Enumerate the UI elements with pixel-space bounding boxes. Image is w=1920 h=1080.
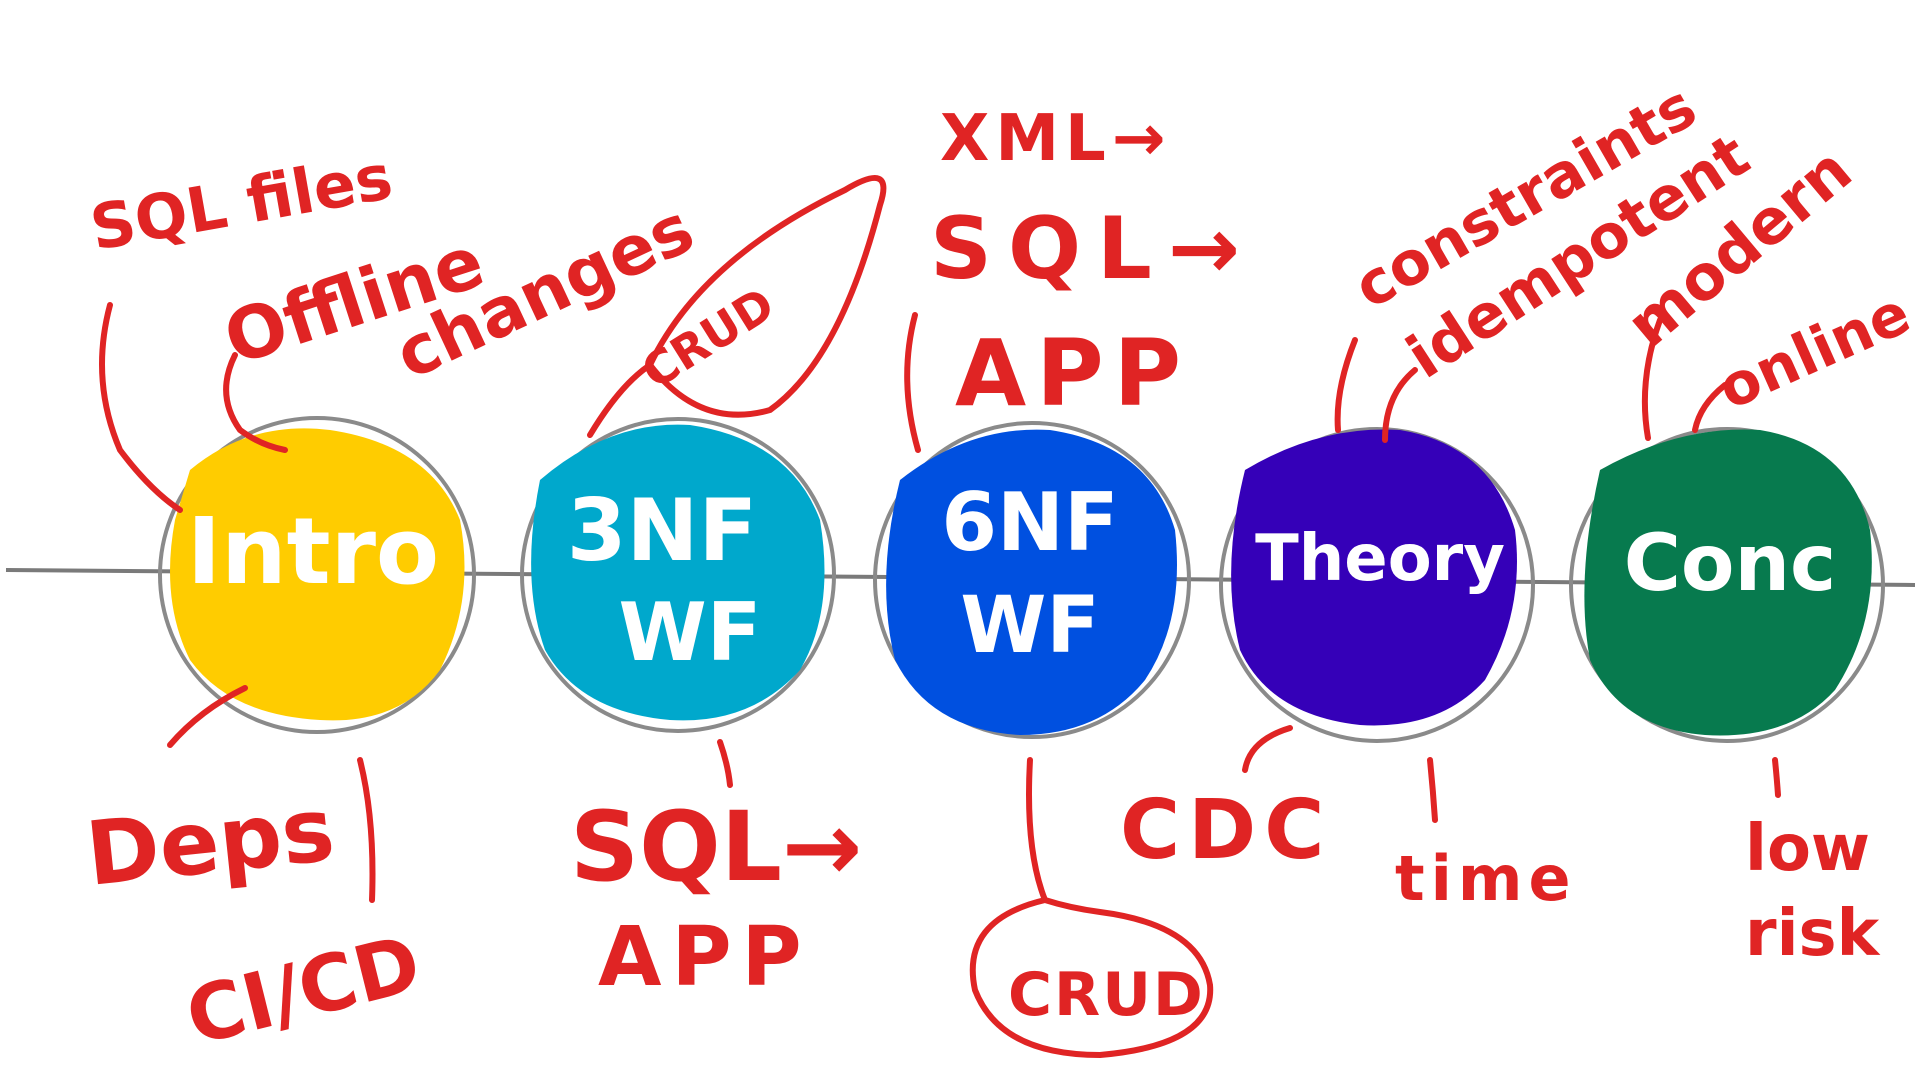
note-intro-sql-files: SQL files bbox=[85, 140, 398, 265]
node-3nf-label-line2: WF bbox=[619, 586, 762, 679]
note-conc-low: low bbox=[1745, 812, 1870, 886]
node-6nf-label-line1: 6NF bbox=[941, 476, 1118, 569]
theory-top-stroke-1 bbox=[1334, 337, 1358, 433]
note-theory-cdc: CDC bbox=[1120, 783, 1332, 878]
node-3nf-label-line1: 3NF bbox=[567, 481, 758, 581]
nf6-top-stroke bbox=[904, 312, 921, 453]
note-6nf-app: APP bbox=[955, 320, 1191, 427]
nf3-bottom-stroke bbox=[717, 739, 733, 788]
nf6-bottom-stroke bbox=[1026, 757, 1048, 903]
note-6nf-xml: XML→ bbox=[940, 102, 1171, 176]
node-theory-label: Theory bbox=[1255, 522, 1505, 596]
note-theory-time: time bbox=[1395, 842, 1577, 915]
node-conc: Conc bbox=[1569, 427, 1885, 743]
note-conc-risk: risk bbox=[1745, 897, 1881, 971]
note-3nf-sql: SQL→ bbox=[570, 791, 862, 903]
conc-top-stroke-2 bbox=[1692, 382, 1728, 433]
note-conc-online: online bbox=[1708, 279, 1920, 423]
theory-bottom-mark bbox=[1427, 757, 1438, 823]
node-6nf: 6NF WF bbox=[873, 421, 1191, 739]
intro-bottom-stroke-2 bbox=[357, 757, 376, 903]
intro-top-stroke-1 bbox=[99, 302, 183, 513]
node-3nf: 3NF WF bbox=[520, 417, 836, 733]
node-intro-label: Intro bbox=[187, 498, 439, 605]
note-3nf-crud: CRUD bbox=[632, 277, 783, 399]
note-intro-deps: Deps bbox=[81, 778, 339, 906]
node-6nf-label-line2: WF bbox=[960, 581, 1099, 671]
node-intro: Intro bbox=[158, 416, 476, 734]
note-intro-cicd: CI/CD bbox=[178, 919, 429, 1064]
note-6nf-sql: SQL→ bbox=[930, 199, 1256, 299]
intro-bottom-stroke-1 bbox=[167, 685, 248, 748]
note-3nf-app: APP bbox=[598, 910, 812, 1005]
note-6nf-crud: CRUD bbox=[1008, 960, 1205, 1030]
theory-bottom-stroke bbox=[1242, 725, 1293, 773]
diagram-canvas: Intro 3NF WF 6NF WF Theory Conc SQL file… bbox=[5, 72, 1920, 1064]
node-theory: Theory bbox=[1219, 427, 1535, 743]
conc-bottom-mark bbox=[1772, 757, 1781, 798]
node-conc-label: Conc bbox=[1624, 519, 1837, 609]
